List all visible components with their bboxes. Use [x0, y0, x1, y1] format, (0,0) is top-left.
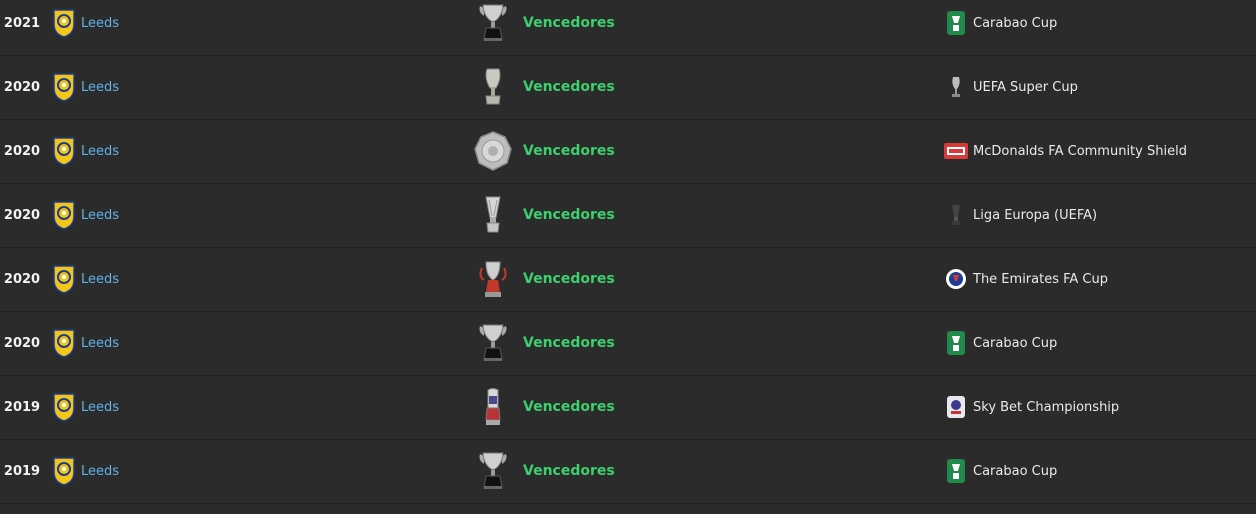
- fa-cup-trophy-icon: [472, 258, 514, 300]
- result-label: Vencedores: [523, 207, 615, 223]
- result-label: Vencedores: [523, 15, 615, 31]
- competition-link[interactable]: McDonalds FA Community Shield: [973, 120, 1187, 183]
- carabao-cup-trophy-icon: [472, 322, 514, 364]
- result-label: Vencedores: [523, 79, 615, 95]
- carabao-cup-logo-icon: [944, 11, 968, 35]
- carabao-cup-trophy-icon: [472, 2, 514, 44]
- table-row[interactable]: 2019 Leeds Vencedores Sky Bet Championsh…: [0, 376, 1256, 440]
- leeds-badge-icon: [52, 136, 76, 166]
- club-link[interactable]: Leeds: [81, 56, 119, 119]
- sky-bet-championship-logo-icon: [944, 395, 968, 419]
- result-label: Vencedores: [523, 463, 615, 479]
- year-cell: 2020: [3, 272, 41, 287]
- result-label: Vencedores: [523, 271, 615, 287]
- table-row[interactable]: 2021 Leeds Vencedores Carabao Cup: [0, 0, 1256, 56]
- leeds-badge-icon: [52, 72, 76, 102]
- leeds-badge-icon: [52, 8, 76, 38]
- table-row[interactable]: 2020 Leeds Vencedores McDonalds FA Commu…: [0, 120, 1256, 184]
- club-link[interactable]: Leeds: [81, 312, 119, 375]
- leeds-badge-icon: [52, 264, 76, 294]
- competition-link[interactable]: Liga Europa (UEFA): [973, 184, 1097, 247]
- competition-link[interactable]: The Emirates FA Cup: [973, 248, 1108, 311]
- leeds-badge-icon: [52, 456, 76, 486]
- leeds-badge-icon: [52, 328, 76, 358]
- fa-cup-logo-icon: [944, 267, 968, 291]
- year-cell: 2019: [3, 464, 41, 479]
- competition-link[interactable]: Carabao Cup: [973, 440, 1057, 503]
- community-shield-trophy-icon: [472, 130, 514, 172]
- table-row[interactable]: 2020 Leeds Vencedores The Emirates FA Cu…: [0, 248, 1256, 312]
- club-link[interactable]: Leeds: [81, 0, 119, 55]
- year-cell: 2020: [3, 208, 41, 223]
- table-row[interactable]: 2019 Leeds Vencedores Carabao Cup: [0, 440, 1256, 504]
- table-row[interactable]: 2020 Leeds Vencedores UEFA Super Cup: [0, 56, 1256, 120]
- result-label: Vencedores: [523, 335, 615, 351]
- club-link[interactable]: Leeds: [81, 248, 119, 311]
- club-link[interactable]: Leeds: [81, 120, 119, 183]
- leeds-badge-icon: [52, 200, 76, 230]
- year-cell: 2020: [3, 336, 41, 351]
- community-shield-logo-icon: [944, 139, 968, 163]
- table-row[interactable]: 2020 Leeds Vencedores Carabao Cup: [0, 312, 1256, 376]
- club-link[interactable]: Leeds: [81, 440, 119, 503]
- result-label: Vencedores: [523, 399, 615, 415]
- carabao-cup-logo-icon: [944, 331, 968, 355]
- table-row[interactable]: 2020 Leeds Vencedores Liga Europa (UEFA): [0, 184, 1256, 248]
- championship-trophy-icon: [472, 386, 514, 428]
- uefa-super-cup-logo-icon: [944, 75, 968, 99]
- competition-link[interactable]: Sky Bet Championship: [973, 376, 1119, 439]
- competition-link[interactable]: Carabao Cup: [973, 0, 1057, 55]
- europa-league-logo-icon: [944, 203, 968, 227]
- carabao-cup-trophy-icon: [472, 450, 514, 492]
- year-cell: 2020: [3, 144, 41, 159]
- year-cell: 2020: [3, 80, 41, 95]
- honours-table: 2021 Leeds Vencedores Carabao Cup 2020 L…: [0, 0, 1256, 514]
- carabao-cup-logo-icon: [944, 459, 968, 483]
- year-cell: 2021: [3, 16, 41, 31]
- leeds-badge-icon: [52, 392, 76, 422]
- club-link[interactable]: Leeds: [81, 376, 119, 439]
- competition-link[interactable]: Carabao Cup: [973, 312, 1057, 375]
- europa-league-trophy-icon: [472, 194, 514, 236]
- competition-link[interactable]: UEFA Super Cup: [973, 56, 1078, 119]
- year-cell: 2019: [3, 400, 41, 415]
- uefa-super-cup-trophy-icon: [472, 66, 514, 108]
- club-link[interactable]: Leeds: [81, 184, 119, 247]
- result-label: Vencedores: [523, 143, 615, 159]
